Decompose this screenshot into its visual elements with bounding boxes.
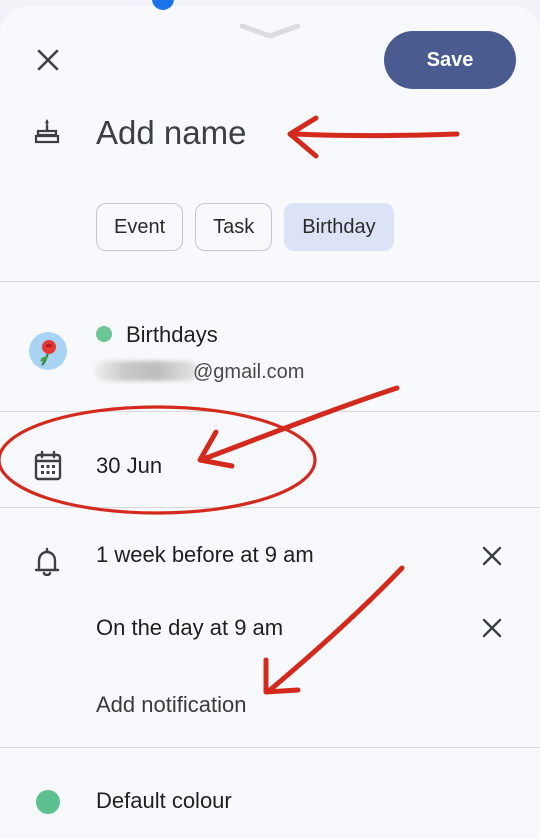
- notification-item[interactable]: On the day at 9 am: [96, 615, 283, 641]
- close-icon: [482, 546, 502, 566]
- account-email: @gmail.com: [193, 361, 305, 383]
- save-button[interactable]: Save: [384, 31, 516, 89]
- calendar-color-dot: [96, 326, 112, 342]
- divider: [0, 507, 540, 508]
- colour-dot: [36, 790, 60, 814]
- chip-birthday[interactable]: Birthday: [284, 203, 394, 251]
- top-indicator: [152, 0, 174, 10]
- divider: [0, 281, 540, 282]
- close-icon: [37, 49, 59, 71]
- remove-notification-button[interactable]: [474, 538, 510, 574]
- event-name-input[interactable]: Add name: [96, 114, 246, 152]
- event-type-chips: Event Task Birthday: [96, 203, 394, 251]
- cake-icon: [34, 119, 60, 144]
- chip-task[interactable]: Task: [195, 203, 273, 251]
- bell-icon: [34, 547, 60, 577]
- add-notification-button[interactable]: Add notification: [96, 692, 246, 718]
- colour-selector[interactable]: Default colour: [96, 788, 232, 814]
- notification-item[interactable]: 1 week before at 9 am: [96, 542, 314, 568]
- date-field[interactable]: 30 Jun: [96, 453, 162, 479]
- rose-icon: [40, 340, 56, 366]
- divider: [0, 747, 540, 748]
- avatar: [29, 332, 67, 370]
- event-editor-sheet: Save Add name Event Task Birthday Birthd…: [0, 0, 540, 839]
- close-icon: [482, 618, 502, 638]
- chip-event[interactable]: Event: [96, 203, 184, 251]
- calendar-name[interactable]: Birthdays: [126, 322, 218, 348]
- close-button[interactable]: [28, 40, 68, 80]
- email-redacted: [94, 361, 198, 381]
- calendar-icon: [34, 450, 62, 481]
- drag-handle-icon[interactable]: [240, 22, 300, 40]
- divider: [0, 411, 540, 412]
- remove-notification-button[interactable]: [474, 610, 510, 646]
